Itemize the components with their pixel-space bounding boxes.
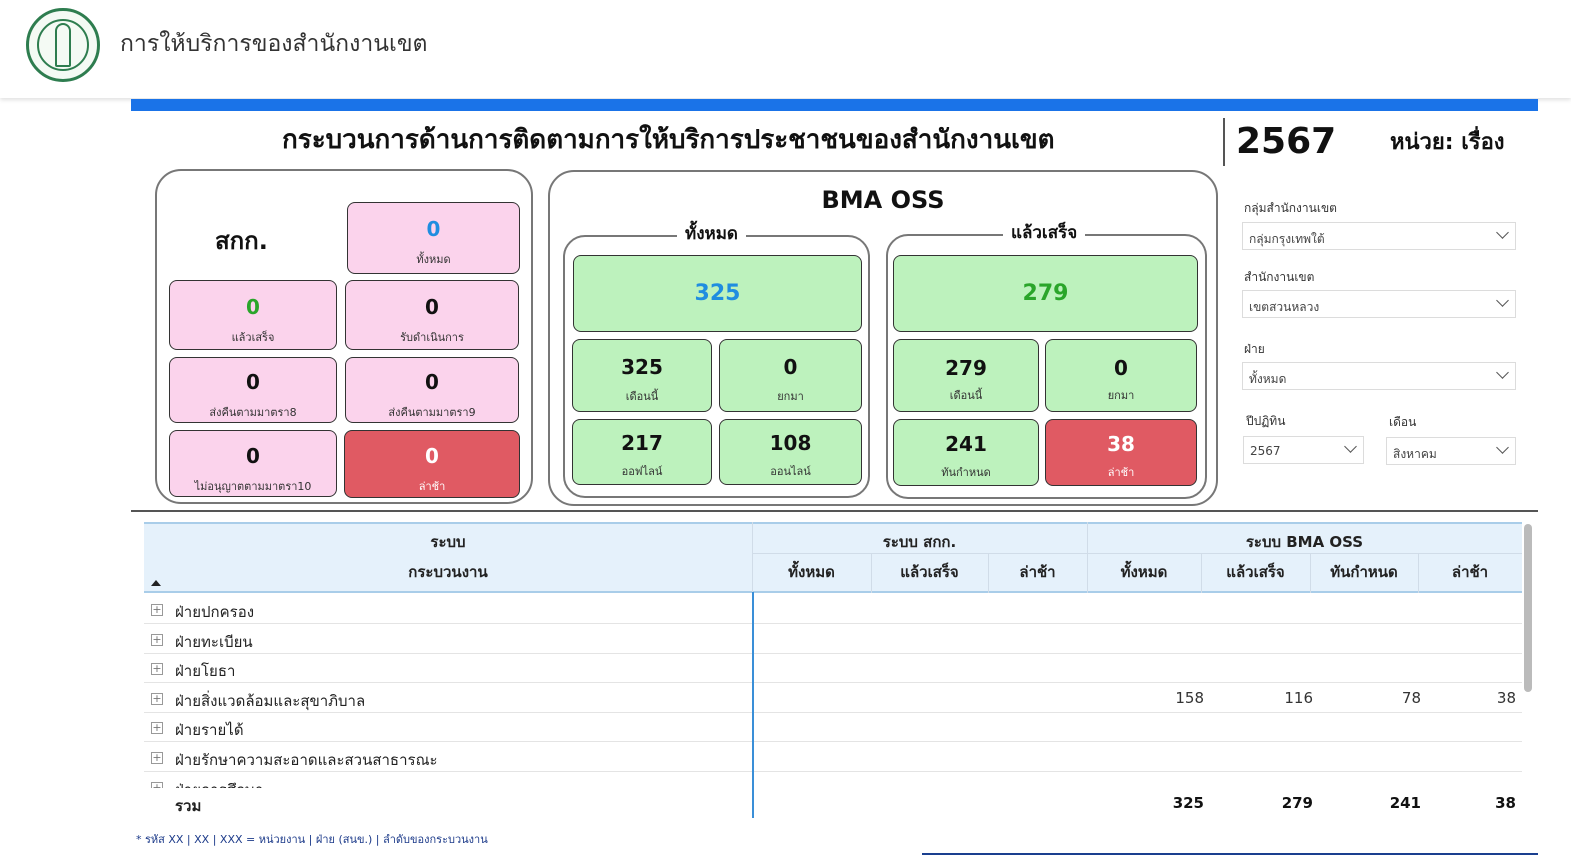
col-header-oss-ontime[interactable]: ทันกำหนด <box>1310 560 1418 584</box>
oss-done-total-card[interactable]: 279 <box>893 255 1198 332</box>
chevron-down-icon <box>1344 440 1357 453</box>
total-cell: 241 <box>1389 794 1421 812</box>
district-dropdown[interactable]: เขตสวนหลวง <box>1242 290 1516 318</box>
expand-plus-icon[interactable]: + <box>151 633 163 646</box>
col-header-oss-done[interactable]: แล้วเสร็จ <box>1201 560 1310 584</box>
column-divider <box>752 592 754 818</box>
row-name: ฝ่ายปกครอง <box>175 603 255 621</box>
oss-done-title: แล้วเสร็จ <box>1003 219 1086 246</box>
oss-done-ontime-card[interactable]: 241 ทันกำหนด <box>893 419 1039 486</box>
row-cell: 78 <box>1401 688 1421 707</box>
table-row[interactable]: + ฝ่ายรายได้ <box>144 712 1522 743</box>
section-divider <box>131 510 1538 512</box>
oss-done-thismonth-card[interactable]: 279 เดือนนี้ <box>893 339 1039 412</box>
col-header-skk-late[interactable]: ล่าช้า <box>988 560 1087 584</box>
oss-all-total-card[interactable]: 325 <box>573 255 862 332</box>
row-name: ฝ่ายรักษาความสะอาดและสวนสาธารณะ <box>175 751 438 769</box>
chevron-down-icon <box>1496 294 1509 307</box>
title-divider <box>1223 118 1225 166</box>
chevron-down-icon <box>1496 366 1509 379</box>
footnote: * รหัส XX | XX | XXX = หน่วยงาน | ฝ่าย (… <box>136 833 488 846</box>
chevron-down-icon <box>1496 441 1509 454</box>
oss-all-online-card[interactable]: 108 ออนไลน์ <box>719 419 862 485</box>
skk-total-card[interactable]: 0 ทั้งหมด <box>347 202 520 274</box>
page-title: กระบวนการด้านการติดตามการให้บริการประชาช… <box>282 125 1055 155</box>
sort-ascending-icon[interactable] <box>151 580 161 586</box>
table-row[interactable]: + ฝ่ายปกครอง <box>144 594 1522 624</box>
year-filter-label: ปีปฏิทิน <box>1246 414 1286 428</box>
skk-notallowed10-card[interactable]: 0 ไม่อนุญาตตามมาตรา10 <box>169 430 337 497</box>
expand-plus-icon[interactable]: + <box>151 752 163 764</box>
total-label: รวม <box>175 797 202 815</box>
oss-panel: BMA OSS ทั้งหมด 325 325 เดือนนี้ 0 ยกมา … <box>548 170 1218 506</box>
oss-all-carried-card[interactable]: 0 ยกมา <box>719 339 862 412</box>
app-title: การให้บริการของสำนักงานเขต <box>120 31 428 57</box>
year-dropdown[interactable]: 2567 <box>1243 436 1364 464</box>
expand-plus-icon[interactable]: + <box>151 663 163 676</box>
table-total-row: รวม 325 279 241 38 <box>144 788 1522 818</box>
group-dropdown[interactable]: กลุ่มกรุงเทพใต้ <box>1242 222 1516 250</box>
oss-all-offline-card[interactable]: 217 ออฟไลน์ <box>572 419 712 485</box>
skk-return9-card[interactable]: 0 ส่งคืนตามมาตรา9 <box>345 357 519 423</box>
skk-done-card[interactable]: 0 แล้วเสร็จ <box>169 280 337 350</box>
division-filter-label: ฝ่าย <box>1244 342 1265 356</box>
total-cell: 325 <box>1172 794 1204 812</box>
expand-plus-icon[interactable]: + <box>151 692 163 705</box>
group-header-system: ระบบ <box>430 533 466 551</box>
col-header-skk-done[interactable]: แล้วเสร็จ <box>871 560 988 584</box>
total-cell: 279 <box>1281 794 1313 812</box>
skk-title: สกก. <box>215 227 268 255</box>
district-filter-label: สำนักงานเขต <box>1244 270 1315 284</box>
oss-all-title: ทั้งหมด <box>677 220 746 247</box>
process-table: ระบบ ระบบ สกก. ระบบ BMA OSS กระบวนงาน ทั… <box>144 522 1522 818</box>
bma-seal-icon <box>26 8 100 82</box>
col-header-process[interactable]: กระบวนงาน <box>144 560 752 584</box>
oss-all-thismonth-card[interactable]: 325 เดือนนี้ <box>572 339 712 412</box>
row-cell: 116 <box>1284 688 1313 707</box>
skk-late-card[interactable]: 0 ล่าช้า <box>344 430 520 498</box>
accent-bar <box>131 99 1538 111</box>
col-header-oss-late[interactable]: ล่าช้า <box>1418 560 1522 584</box>
total-cell: 38 <box>1495 794 1516 812</box>
skk-received-card[interactable]: 0 รับดำเนินการ <box>345 280 519 350</box>
chevron-down-icon <box>1496 226 1509 239</box>
unit-label: หน่วย: เรื่อง <box>1390 130 1505 155</box>
col-header-oss-total[interactable]: ทั้งหมด <box>1087 560 1201 584</box>
table-row[interactable]: + ฝ่ายสิ่งแวดล้อมและสุขาภิบาล 158 116 78 38 <box>144 683 1522 713</box>
expand-plus-icon[interactable]: + <box>151 722 163 735</box>
skk-return8-card[interactable]: 0 ส่งคืนตามมาตรา8 <box>169 357 337 423</box>
row-cell: 38 <box>1496 688 1516 707</box>
table-row[interactable]: + ฝ่ายรักษาความสะอาดและสวนสาธารณะ <box>144 742 1522 772</box>
month-filter-label: เดือน <box>1389 415 1417 429</box>
oss-done-carried-card[interactable]: 0 ยกมา <box>1045 339 1197 412</box>
year-display: 2567 <box>1236 121 1337 162</box>
skk-panel: สกก. 0 ทั้งหมด 0 แล้วเสร็จ 0 รับดำเนินกา… <box>155 169 533 504</box>
expand-plus-icon[interactable]: + <box>151 604 163 616</box>
group-header-skk: ระบบ สกก. <box>882 533 957 551</box>
month-dropdown[interactable]: สิงหาคม <box>1386 437 1516 465</box>
row-name: ฝ่ายทะเบียน <box>175 632 253 651</box>
row-name: ฝ่ายสิ่งแวดล้อมและสุขาภิบาล <box>175 691 366 710</box>
table-row[interactable]: + ฝ่ายทะเบียน <box>144 624 1522 654</box>
group-filter-label: กลุ่มสำนักงานเขต <box>1244 201 1337 215</box>
app-header: การให้บริการของสำนักงานเขต <box>0 0 1571 98</box>
oss-done-late-card[interactable]: 38 ล่าช้า <box>1045 419 1197 486</box>
row-name: ฝ่ายโยธา <box>175 662 236 681</box>
table-scrollbar[interactable] <box>1524 524 1532 692</box>
division-dropdown[interactable]: ทั้งหมด <box>1242 362 1516 390</box>
col-header-skk-total[interactable]: ทั้งหมด <box>752 560 871 584</box>
table-row[interactable]: + ฝ่ายโยธา <box>144 653 1522 684</box>
row-name: ฝ่ายรายได้ <box>175 721 244 740</box>
row-cell: 158 <box>1175 688 1204 707</box>
bottom-accent-line <box>922 853 1538 855</box>
oss-title: BMA OSS <box>821 186 945 214</box>
group-header-oss: ระบบ BMA OSS <box>1245 533 1364 551</box>
